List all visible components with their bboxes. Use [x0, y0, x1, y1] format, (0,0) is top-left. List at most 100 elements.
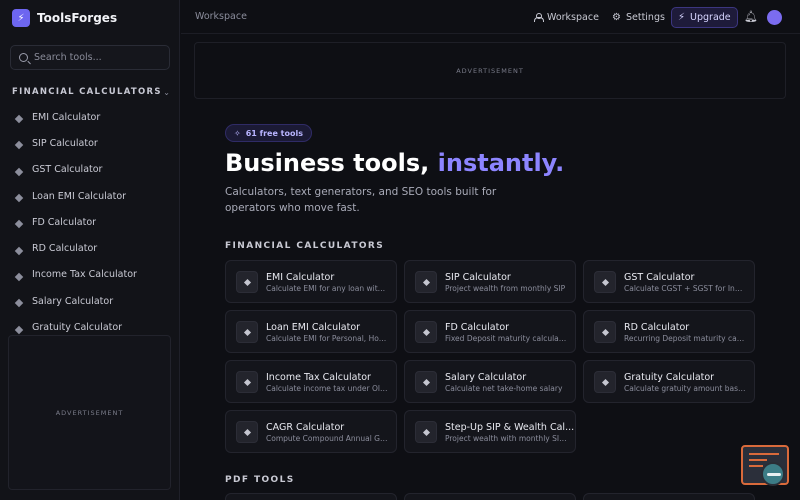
bolt-logo-icon: ⚡	[12, 9, 30, 27]
bell-icon[interactable]: 🔔︎	[744, 10, 758, 23]
tool-card-title: RD Calculator	[624, 322, 690, 333]
sidebar-item-loan-emi[interactable]: Loan EMI Calculator	[0, 183, 180, 209]
tool-card-desc: Calculate EMI for any loan with interest	[266, 284, 388, 293]
workspace-button[interactable]: Workspace	[528, 7, 605, 28]
search-box[interactable]	[10, 45, 170, 70]
sidebar-item-label: Gratuity Calculator	[32, 322, 123, 334]
diamond-icon	[14, 298, 24, 308]
tool-card-rd[interactable]: RD Calculator Recurring Deposit maturity …	[583, 310, 755, 353]
gear-icon: ⚙	[612, 12, 621, 23]
tool-card-sip[interactable]: SIP Calculator Project wealth from monthl…	[404, 260, 576, 303]
tool-card-title: Gratuity Calculator	[624, 372, 715, 383]
search-input[interactable]	[34, 52, 164, 63]
sidebar-item-fd[interactable]: FD Calculator	[0, 209, 180, 235]
tool-card-desc: Project wealth with monthly SIP step-up	[445, 434, 567, 443]
tool-card-title: Loan EMI Calculator	[266, 322, 361, 333]
sidebar-item-gst[interactable]: GST Calculator	[0, 157, 180, 183]
diamond-icon	[415, 321, 437, 343]
tool-card-title: EMI Calculator	[266, 272, 335, 283]
sidebar-item-salary[interactable]: Salary Calculator	[0, 288, 180, 314]
tool-card-cagr[interactable]: CAGR Calculator Compute Compound Annual G…	[225, 410, 397, 453]
breadcrumb: Workspace	[195, 11, 247, 22]
sidebar-item-label: Loan EMI Calculator	[32, 190, 127, 202]
brand-name: ToolsForges	[37, 11, 118, 25]
diamond-icon	[236, 321, 258, 343]
sidebar-item-emi[interactable]: EMI Calculator	[0, 104, 180, 130]
search-icon	[19, 53, 28, 62]
settings-button[interactable]: ⚙ Settings	[606, 7, 671, 28]
diamond-icon	[236, 371, 258, 393]
tool-card-desc: Project wealth from monthly SIP	[445, 284, 566, 293]
tool-card-fd[interactable]: FD Calculator Fixed Deposit maturity calc…	[404, 310, 576, 353]
diamond-icon	[236, 421, 258, 443]
tool-card-desc: Calculate income tax under Old and New	[266, 384, 388, 393]
tool-card-desc: Calculate EMI for Personal, Home loans	[266, 334, 388, 343]
diamond-icon	[14, 325, 24, 334]
pdf-tool-card[interactable]	[225, 493, 397, 500]
diamond-icon	[415, 271, 437, 293]
tool-card-title: Salary Calculator	[445, 372, 527, 383]
advertisement-label: ADVERTISEMENT	[55, 408, 124, 417]
magnifier-icon	[761, 462, 785, 486]
diamond-icon	[14, 141, 24, 150]
diamond-icon	[594, 271, 616, 293]
floating-search-widget[interactable]	[741, 445, 789, 486]
sparkle-icon: ✧	[234, 128, 241, 138]
tool-count-label: 61 free tools	[245, 128, 304, 138]
sidebar-item-label: Income Tax Calculator	[32, 269, 137, 281]
tool-card-title: CAGR Calculator	[266, 422, 345, 433]
pdf-tool-card[interactable]	[404, 493, 576, 500]
sidebar-item-label: Salary Calculator	[32, 295, 114, 307]
diamond-icon	[415, 421, 437, 443]
person-icon	[534, 13, 544, 22]
widget-line	[749, 453, 779, 455]
tool-card-income-tax[interactable]: Income Tax Calculator Calculate income ta…	[225, 360, 397, 403]
main-advertisement[interactable]: ADVERTISEMENT	[194, 42, 786, 99]
hero-subtitle: Calculators, text generators, and SEO to…	[225, 186, 497, 214]
tool-card-emi[interactable]: EMI Calculator Calculate EMI for any loan…	[225, 260, 397, 303]
diamond-icon	[594, 371, 616, 393]
widget-line	[749, 465, 763, 467]
diamond-icon	[14, 246, 24, 255]
sidebar-item-label: GST Calculator	[32, 164, 103, 176]
financial-section-title: FINANCIAL CALCULATORS	[225, 241, 385, 251]
tool-card-desc: Recurring Deposit maturity calculator	[624, 334, 746, 343]
diamond-icon	[14, 167, 24, 176]
sidebar-item-rd[interactable]: RD Calculator	[0, 235, 180, 261]
diamond-icon	[415, 371, 437, 393]
tool-card-salary[interactable]: Salary Calculator Calculate net take-home…	[404, 360, 576, 403]
upgrade-button-label: Upgrade	[690, 12, 731, 23]
tool-card-desc: Compute Compound Annual Growth Rate	[266, 434, 388, 443]
sidebar-item-sip[interactable]: SIP Calculator	[0, 130, 180, 156]
tool-card-title: GST Calculator	[624, 272, 695, 283]
diamond-icon	[594, 321, 616, 343]
upgrade-button[interactable]: ⚡ Upgrade	[671, 7, 738, 28]
brand[interactable]: ⚡ ToolsForges	[12, 9, 117, 27]
bolt-icon: ⚡	[678, 12, 686, 23]
sidebar-item-label: SIP Calculator	[32, 137, 98, 149]
sidebar-advertisement[interactable]: ADVERTISEMENT	[8, 335, 171, 490]
sidebar-item-label: EMI Calculator	[32, 111, 101, 123]
pdf-tool-card[interactable]	[583, 493, 755, 500]
tool-card-title: Step-Up SIP & Wealth Cal...	[445, 422, 575, 433]
sidebar-section-toggle[interactable]: FINANCIAL CALCULATORS ⌄	[12, 87, 170, 97]
sidebar-nav: EMI Calculator SIP Calculator GST Calcul…	[0, 104, 180, 341]
diamond-icon	[14, 193, 24, 203]
hero-title-plain: Business tools,	[225, 149, 438, 177]
hero-title: Business tools, instantly.	[225, 149, 564, 177]
tool-card-gratuity[interactable]: Gratuity Calculator Calculate gratuity am…	[583, 360, 755, 403]
sidebar-item-income-tax[interactable]: Income Tax Calculator	[0, 262, 180, 288]
sidebar: ⚡ ToolsForges FINANCIAL CALCULATORS ⌄ EM…	[0, 0, 180, 500]
tool-card-loan-emi[interactable]: Loan EMI Calculator Calculate EMI for Per…	[225, 310, 397, 353]
tool-card-stepup-sip[interactable]: Step-Up SIP & Wealth Cal... Project wealt…	[404, 410, 576, 453]
hero-title-accent: instantly.	[437, 149, 565, 177]
diamond-icon	[14, 114, 24, 124]
chevron-down-icon: ⌄	[163, 87, 170, 97]
diamond-icon	[14, 272, 24, 282]
avatar[interactable]	[767, 10, 782, 25]
workspace-button-label: Workspace	[547, 12, 599, 23]
diamond-icon	[236, 271, 258, 293]
tool-card-title: SIP Calculator	[445, 272, 511, 283]
diamond-icon	[14, 220, 24, 229]
tool-card-gst[interactable]: GST Calculator Calculate CGST + SGST for …	[583, 260, 755, 303]
